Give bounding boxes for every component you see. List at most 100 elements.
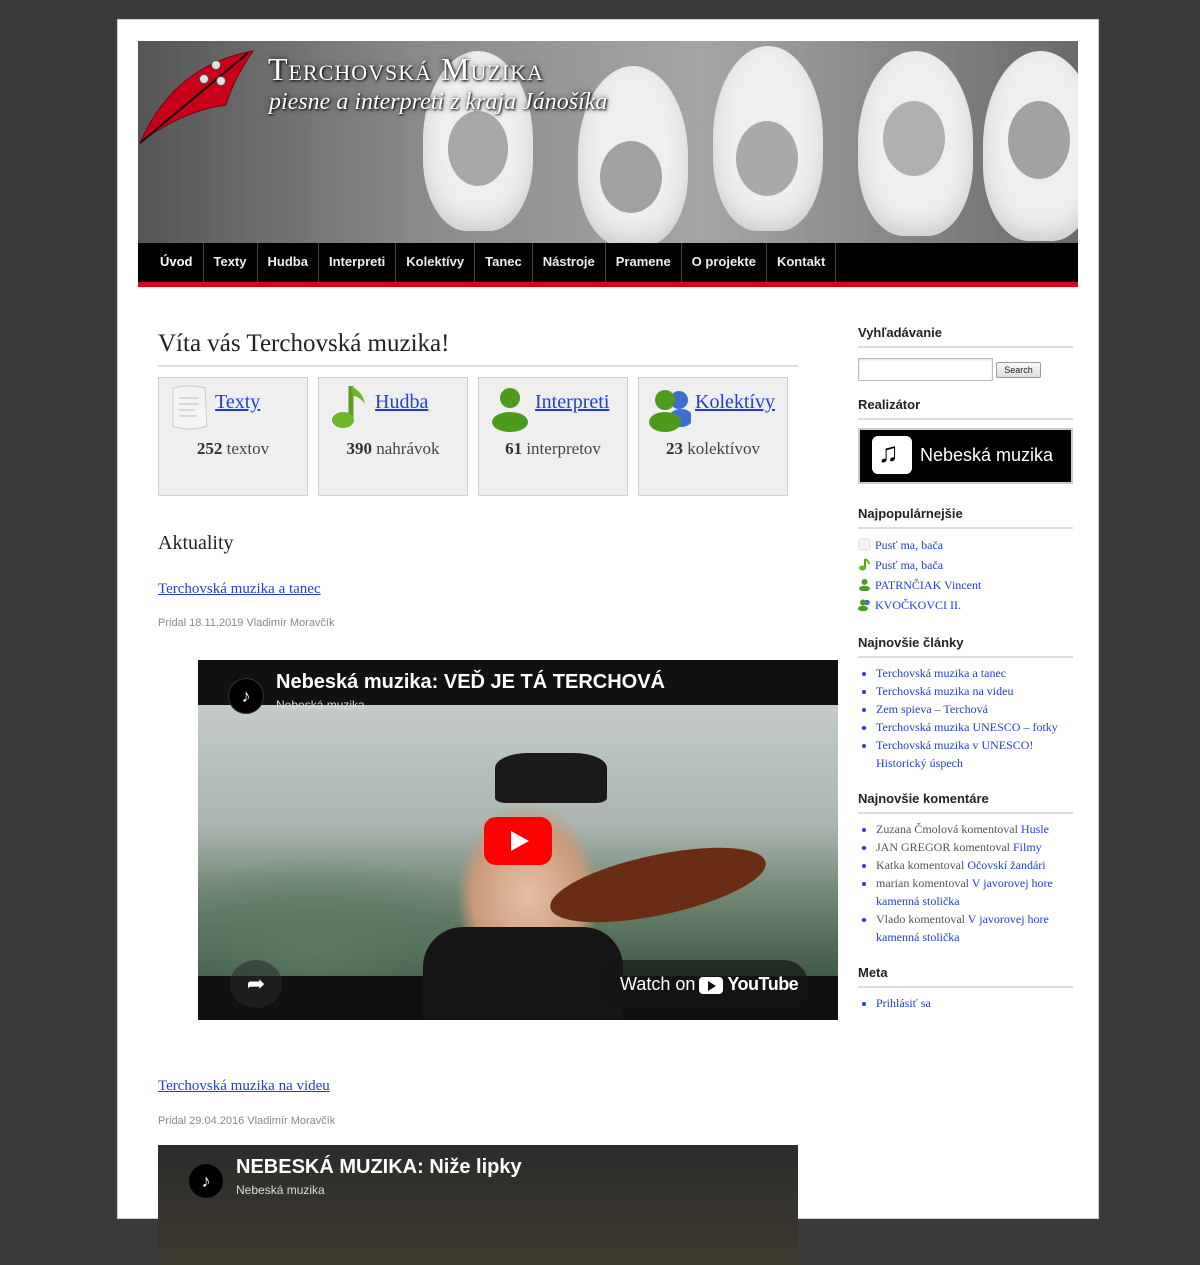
- nav-item-pramene[interactable]: Pramene: [606, 243, 682, 282]
- nav-item-nastroje[interactable]: Nástroje: [533, 243, 606, 282]
- widget-title: Najnovšie komentáre: [858, 791, 1073, 814]
- header-photo-face: [736, 121, 798, 196]
- realizer-widget: Realizátor Nebeská muzika: [858, 397, 1073, 484]
- comment-author: Vlado: [876, 912, 906, 926]
- comment-verb: komentoval: [908, 912, 965, 926]
- header-photo-face: [1008, 101, 1070, 179]
- stat-count-unit: nahrávok: [376, 439, 440, 458]
- group-icon: [649, 390, 691, 432]
- recent-comment: Vlado komentoval V javorovej hore kamenn…: [876, 910, 1073, 946]
- main-content: Víta vás Terchovská muzika! Texty 252 te…: [158, 330, 838, 1265]
- stat-count-hudba: 390 nahrávok: [319, 439, 467, 459]
- recent-comment: marian komentoval V javorovej hore kamen…: [876, 874, 1073, 910]
- youtube-brand: YouTube: [727, 974, 799, 994]
- comment-post-link[interactable]: Husle: [1021, 822, 1049, 836]
- site-subtitle: piesne a interpreti z kraja Jánošíka: [269, 89, 608, 115]
- comment-verb: komentoval: [912, 876, 969, 890]
- comment-post-link[interactable]: Očovskí žandári: [967, 858, 1045, 872]
- recent-comment: Zuzana Čmolová komentoval Husle: [876, 820, 1073, 838]
- group-icon: [858, 599, 870, 611]
- video-title[interactable]: NEBESKÁ MUZIKA: Niže lipky: [236, 1156, 522, 1179]
- nav-item-uvod[interactable]: Úvod: [150, 243, 204, 287]
- stat-count-unit: interpretov: [526, 439, 601, 458]
- stats-row: Texty 252 textov Hudba 390 nahrávok Inte…: [158, 377, 788, 496]
- header-photo-face: [883, 101, 945, 176]
- post-title-link[interactable]: Terchovská muzika a tanec: [158, 581, 321, 598]
- video-thumbnail-vest: [423, 927, 623, 1017]
- stat-box-texty: Texty 252 textov: [158, 377, 308, 496]
- comment-author: Katka: [876, 858, 905, 872]
- widget-title: Realizátor: [858, 397, 1073, 420]
- watch-on-label: Watch on: [620, 974, 696, 994]
- recent-comment: JAN GREGOR komentoval Filmy: [876, 838, 1073, 856]
- page-title: Víta vás Terchovská muzika!: [158, 330, 798, 367]
- recent-post-link[interactable]: Terchovská muzika UNESCO – fotky: [876, 718, 1073, 736]
- site-title[interactable]: Terchovská Muzika: [268, 51, 544, 88]
- video-channel[interactable]: Nebeská muzika: [276, 698, 365, 712]
- stat-link-interpreti[interactable]: Interpreti: [535, 391, 609, 414]
- stat-count-unit: textov: [226, 439, 270, 458]
- watch-on-youtube-button[interactable]: Watch on YouTube: [598, 960, 808, 1008]
- widget-title: Vyhľadávanie: [858, 325, 1073, 348]
- share-icon[interactable]: ➦: [230, 960, 282, 1008]
- nav-item-kolektivy[interactable]: Kolektívy: [396, 243, 476, 282]
- nav-item-interpreti[interactable]: Interpreti: [319, 243, 397, 282]
- recent-comment: Katka komentoval Očovskí žandári: [876, 856, 1073, 874]
- play-button[interactable]: [484, 817, 552, 865]
- music-note-icon: [332, 386, 365, 428]
- nav-item-o-projekte[interactable]: O projekte: [682, 243, 767, 282]
- popular-item-label: PATRNČIAK Vincent: [875, 578, 982, 592]
- recent-post-link[interactable]: Terchovská muzika a tanec: [876, 664, 1073, 682]
- stat-count-unit: kolektívov: [687, 439, 760, 458]
- recent-comments-widget: Najnovšie komentáre Zuzana Čmolová komen…: [858, 791, 1073, 946]
- stat-count-number: 252: [196, 439, 223, 458]
- nav-item-tanec[interactable]: Tanec: [475, 243, 533, 282]
- video-embed[interactable]: ♪ Nebeská muzika: VEĎ JE TÁ TERCHOVÁ Neb…: [198, 660, 838, 1020]
- post-title-link[interactable]: Terchovská muzika na videu: [158, 1078, 330, 1095]
- header-photo-face: [448, 111, 508, 186]
- document-icon: [858, 538, 871, 551]
- nav-item-kontakt[interactable]: Kontakt: [767, 243, 837, 282]
- badge-label: Nebeská muzika: [920, 445, 1054, 465]
- nav-item-texty[interactable]: Texty: [204, 243, 258, 282]
- post-meta: Pridal 29.04.2016 Vladimír Moravčík: [158, 1115, 336, 1127]
- music-note-icon: [859, 558, 870, 571]
- comment-author: JAN GREGOR: [876, 840, 951, 854]
- stat-link-kolektivy[interactable]: Kolektívy: [695, 391, 775, 414]
- video-title[interactable]: Nebeská muzika: VEĎ JE TÁ TERCHOVÁ: [276, 671, 665, 694]
- popular-item-label: Pusť ma, bača: [875, 558, 944, 572]
- recent-post-link[interactable]: Terchovská muzika v UNESCO! Historický ú…: [876, 736, 1073, 772]
- nebeska-muzika-badge[interactable]: Nebeská muzika: [858, 428, 1073, 484]
- stat-box-kolektivy: Kolektívy 23 kolektívov: [638, 377, 788, 496]
- search-input[interactable]: [858, 358, 993, 381]
- popular-item[interactable]: PATRNČIAK Vincent: [858, 575, 1073, 595]
- widget-title: Najpopulárnejšie: [858, 506, 1073, 529]
- channel-logo-icon[interactable]: ♪: [228, 678, 264, 714]
- widget-title: Meta: [858, 965, 1073, 988]
- stat-link-texty[interactable]: Texty: [215, 391, 260, 414]
- popular-item[interactable]: Pusť ma, bača: [858, 535, 1073, 555]
- meta-widget: Meta Prihlásiť sa: [858, 965, 1073, 1012]
- video-channel[interactable]: Nebeská muzika: [236, 1183, 325, 1197]
- video-thumbnail-hat: [495, 753, 607, 803]
- popular-item[interactable]: KVOČKOVCI II.: [858, 595, 1073, 615]
- popular-item-label: KVOČKOVCI II.: [875, 598, 961, 612]
- popular-item-label: Pusť ma, bača: [875, 538, 944, 552]
- stat-link-hudba[interactable]: Hudba: [375, 391, 428, 414]
- video-embed[interactable]: ♪ NEBESKÁ MUZIKA: Niže lipky Nebeská muz…: [158, 1145, 798, 1265]
- comment-post-link[interactable]: Filmy: [1013, 840, 1042, 854]
- nav-item-hudba[interactable]: Hudba: [258, 243, 319, 282]
- music-logo-icon: [872, 436, 912, 474]
- channel-logo-icon[interactable]: ♪: [188, 1163, 224, 1199]
- site-header: Terchovská Muzika piesne a interpreti z …: [138, 41, 1078, 243]
- popular-item[interactable]: Pusť ma, bača: [858, 555, 1073, 575]
- comment-author: Zuzana Čmolová: [876, 822, 959, 836]
- recent-post-link[interactable]: Zem spieva – Terchová: [876, 700, 1073, 718]
- login-link[interactable]: Prihlásiť sa: [876, 994, 1073, 1012]
- stat-count-interpreti: 61 interpretov: [479, 439, 627, 459]
- search-button[interactable]: Search: [996, 362, 1041, 378]
- person-icon: [492, 388, 528, 432]
- widget-title: Najnovšie články: [858, 635, 1073, 658]
- youtube-logo-icon: [699, 976, 724, 994]
- recent-post-link[interactable]: Terchovská muzika na videu: [876, 682, 1073, 700]
